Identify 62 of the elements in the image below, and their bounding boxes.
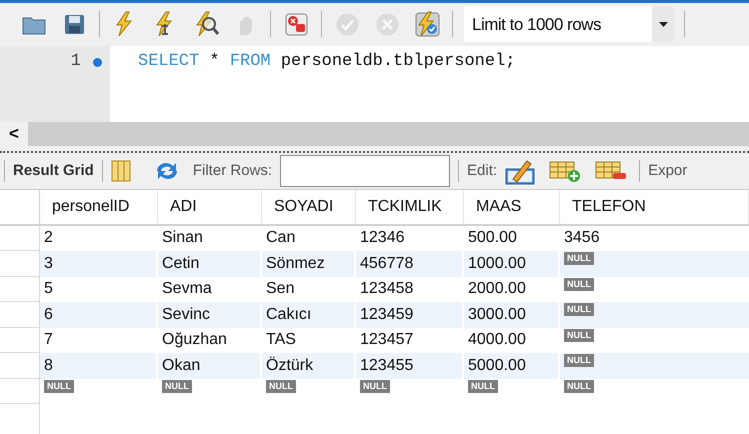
table-cell-text: 123459 xyxy=(360,304,414,325)
table-cell-text: 123457 xyxy=(360,330,414,350)
column-header[interactable]: ADI xyxy=(170,194,197,218)
table-cell-text: 4000.00 xyxy=(468,330,526,350)
table-cell-text: 500.00 xyxy=(468,228,517,248)
null-badge: NULL xyxy=(564,278,594,290)
table-cell-text: Sevinc xyxy=(162,304,210,325)
edit-label: Edit: xyxy=(467,160,498,181)
table-cell-text: TAS xyxy=(266,330,296,350)
filter-rows-label: Filter Rows: xyxy=(192,160,272,181)
null-badge: NULL xyxy=(44,380,74,392)
table-cell-text: 12346 xyxy=(360,228,404,248)
table-cell-text: Sevma xyxy=(162,279,212,300)
table-cell-text: 3456 xyxy=(564,228,600,248)
horizontal-scrollbar[interactable]: < xyxy=(0,122,749,146)
table-cell-text: Okan xyxy=(162,356,200,376)
null-badge: NULL xyxy=(564,252,594,265)
export-label: Expor xyxy=(648,160,688,181)
table-cell-text: Sönmez xyxy=(266,254,325,274)
table-cell-text: 2 xyxy=(44,228,53,248)
table-cell-text: 3000.00 xyxy=(468,304,526,325)
table-cell-text: 2000.00 xyxy=(468,279,526,300)
column-header[interactable]: MAAS xyxy=(476,194,522,218)
caret-icon xyxy=(658,22,668,27)
table-cell-text: Cakıcı xyxy=(266,304,312,325)
column-grid-icon[interactable] xyxy=(110,160,131,182)
column-header[interactable]: personelID xyxy=(52,194,130,218)
limit-dropdown[interactable]: Limit to 1000 rows xyxy=(464,6,674,42)
table-cell-text: 456778 xyxy=(360,254,414,274)
table-cell-text: 123455 xyxy=(360,356,414,376)
table-cell-text: Sen xyxy=(266,279,294,300)
table-cell-text: 8 xyxy=(44,356,53,376)
breakpoint-dot-icon xyxy=(93,58,102,67)
null-badge: NULL xyxy=(564,380,594,392)
null-badge: NULL xyxy=(468,380,498,392)
null-badge: NULL xyxy=(360,380,390,392)
code-line: SELECT * FROM personeldb.tblpersonel; xyxy=(138,52,516,72)
table-cell-text: Can xyxy=(266,228,296,248)
result-grid-tab[interactable]: Result Grid xyxy=(13,160,94,182)
table-cell-text: 3 xyxy=(44,254,53,274)
table-cell-text: Cetin xyxy=(162,254,200,274)
null-badge: NULL xyxy=(564,328,594,342)
table-cell-text: Öztürk xyxy=(266,356,314,376)
column-header[interactable]: SOYADI xyxy=(274,194,334,218)
column-header[interactable]: TELEFON xyxy=(572,194,646,218)
add-row-icon[interactable] xyxy=(549,159,582,184)
null-badge: NULL xyxy=(266,380,296,392)
table-cell-text: Sinan xyxy=(162,228,203,248)
table-cell-text: 6 xyxy=(44,304,53,325)
table-cell-text: 123458 xyxy=(360,279,414,300)
table-cell-text: Oğuzhan xyxy=(162,330,227,350)
filter-rows-field[interactable] xyxy=(280,155,450,188)
null-badge: NULL xyxy=(162,380,192,392)
column-header[interactable]: TCKIMLIK xyxy=(368,194,442,218)
table-cell-text: 5 xyxy=(44,279,53,300)
table-cell-text: 5000.00 xyxy=(468,356,526,376)
null-badge: NULL xyxy=(564,303,594,316)
null-badge: NULL xyxy=(564,354,594,367)
autocommit-icon xyxy=(412,10,442,39)
table-cell-text: 1000.00 xyxy=(468,254,526,274)
table-cell-text: 7 xyxy=(44,330,53,350)
line-number: 1 xyxy=(70,51,81,74)
